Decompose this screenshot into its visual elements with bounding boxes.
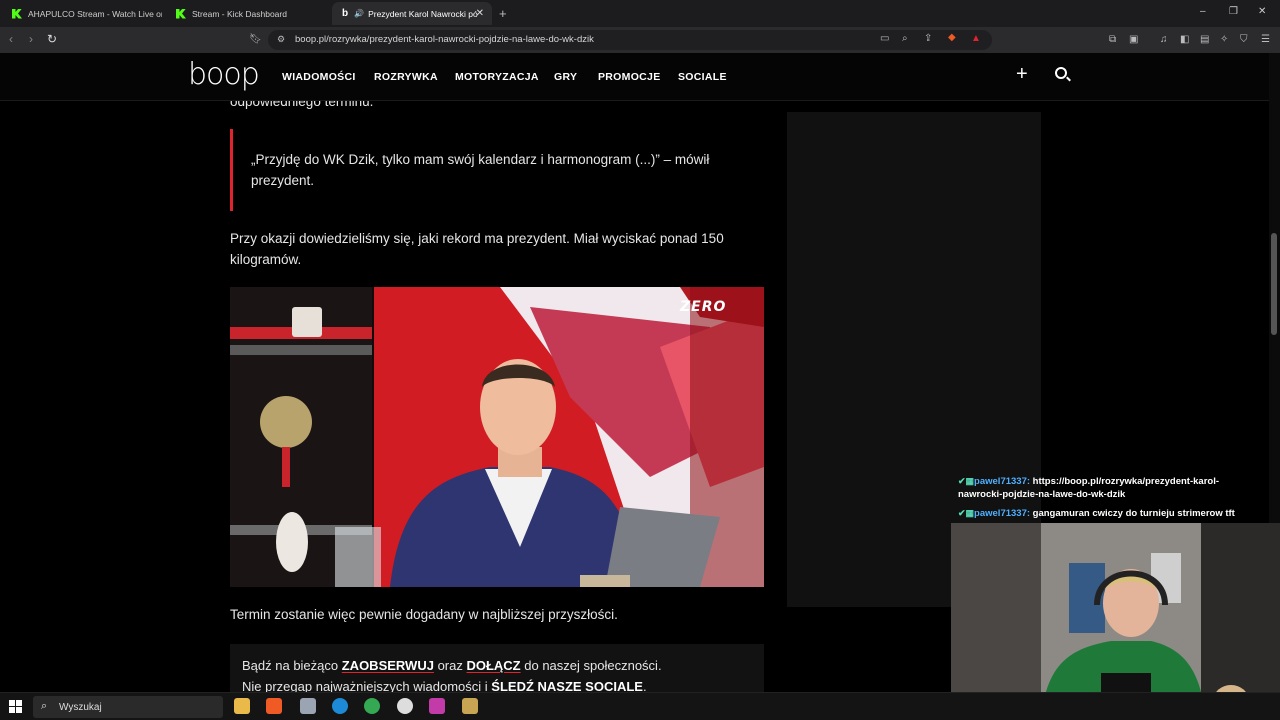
nav-motoryzacja[interactable]: MOTORYZACJA [455,71,539,83]
taskbar-search[interactable]: ⌕ Wyszukaj [33,696,223,718]
file-explorer-icon[interactable] [234,698,250,714]
url-field[interactable]: ⚙︎ boop.pl/rozrywka/prezydent-karol-nawr… [268,30,992,50]
plus-icon[interactable]: + [1016,63,1028,86]
close-icon[interactable]: ✕ [476,8,484,19]
chat-message: ✔▦pawel71337: https://boop.pl/rozrywka/p… [958,475,1258,501]
cta-text: Nie przegap najważniejszych wiadomości i [242,679,492,692]
brave-wallet-icon[interactable]: ▤ [1200,34,1209,45]
tab-kick-dashboard[interactable]: Stream - Kick Dashboard [166,2,326,25]
site-info-icon[interactable]: ⚙︎ [277,34,285,45]
speaker-icon: 🔊 [354,9,365,18]
webcam-feed [951,523,1280,720]
new-tab-button[interactable]: + [499,6,507,21]
obs-icon[interactable] [397,698,413,714]
quote-accent-bar [230,129,233,211]
wallet-icon[interactable]: ▣ [1129,34,1138,45]
boop-favicon-icon: b [342,8,349,19]
nav-wiadomosci[interactable]: WIADOMOŚCI [282,71,356,83]
sidebar-icon[interactable]: ◧ [1180,34,1189,45]
league-client-icon[interactable] [462,698,478,714]
chat-text: gangamuran cwiczy do turnieju strimerow … [1032,508,1235,519]
nav-promocje[interactable]: PROMOCJE [598,71,661,83]
chat-username: pawel71337: [974,476,1031,487]
app-icon[interactable] [300,698,316,714]
bookmark-icon[interactable]: 🔖︎ [249,34,262,45]
studio-photo [230,287,764,587]
scrollbar-thumb[interactable] [1271,233,1277,335]
image-watermark: ZERO [680,299,727,315]
nav-sociale[interactable]: SOCIALE [678,71,727,83]
windows-taskbar: ⌕ Wyszukaj [0,692,1280,720]
chrome-icon[interactable] [364,698,380,714]
chat-badge-icon: ✔▦ [958,476,975,486]
tab-boop-article[interactable]: b 🔊 Prezydent Karol Nawrocki pó ✕ [332,2,492,25]
windows-start-icon[interactable] [9,700,22,713]
tab-label: Stream - Kick Dashboard [192,8,287,19]
extensions-icon[interactable]: ⧉ [1109,34,1116,45]
chat-message: ✔▦pawel71337: gangamuran cwiczy do turni… [958,507,1258,520]
menu-icon[interactable]: ☰ [1261,34,1270,45]
cta-text: Bądź na bieżąco [242,658,342,673]
boop-logo[interactable]: boop [188,57,260,92]
kick-icon [12,8,22,19]
back-icon[interactable]: ‹ [9,32,13,46]
cta-text: do naszej społeczności. [520,658,662,673]
close-window-button[interactable]: ✕ [1258,6,1266,17]
reload-icon[interactable]: ↻ [47,32,57,46]
forward-icon[interactable]: › [29,32,33,46]
address-bar-row: ‹ › ↻ 🔖︎ ⚙︎ boop.pl/rozrywka/prezydent-k… [0,27,1280,53]
cta-line-1: Bądź na bieżąco ZAOBSERWUJ oraz DOŁĄCZ d… [242,658,662,673]
article-image[interactable]: ZERO [230,287,764,587]
url-text: boop.pl/rozrywka/prezydent-karol-nawrock… [295,34,594,45]
search-icon[interactable] [1055,67,1067,79]
article-paragraph: Termin zostanie więc pewnie dogadany w n… [230,607,618,622]
site-header: boop WIADOMOŚCI ROZRYWKA MOTORYZACJA GRY… [0,53,1280,101]
socials-link[interactable]: ŚLEDŹ NASZE SOCIALE [491,679,643,692]
nav-gry[interactable]: GRY [554,71,577,83]
kick-icon [176,8,186,19]
search-icon: ⌕ [41,700,48,712]
minimize-button[interactable]: – [1200,6,1206,17]
edge-icon[interactable] [332,698,348,714]
music-icon[interactable]: ♫ [1160,34,1168,45]
share-icon[interactable]: ⇪ [924,33,932,44]
article-fragment: odpowiedniego terminu. [230,101,374,109]
webcam-overlay [951,523,1280,720]
follow-link[interactable]: ZAOBSERWUJ [342,658,434,673]
cta-line-2: Nie przegap najważniejszych wiadomości i… [242,679,647,692]
app-icon[interactable] [429,698,445,714]
brave-shield-icon[interactable]: ◆ [948,32,956,43]
article-paragraph: Przy okazji dowiedzieliśmy się, jaki rek… [230,231,724,267]
tab-label: AHAPULCO Stream - Watch Live on K [28,8,162,19]
brave-rewards-icon[interactable]: ▲ [971,33,981,44]
social-cta-box: Bądź na bieżąco ZAOBSERWUJ oraz DOŁĄCZ d… [230,644,764,692]
join-link[interactable]: DOŁĄCZ [466,658,520,673]
cta-text: oraz [433,658,467,673]
nav-rozrywka[interactable]: ROZRYWKA [374,71,438,83]
taskbar-search-label: Wyszukaj [59,702,102,713]
article-quote: „Przyjdę do WK Dzik, tylko mam swój kale… [251,152,710,188]
chat-username: pawel71337: [974,508,1031,519]
leo-ai-icon[interactable]: ✧ [1220,34,1228,45]
zoom-icon[interactable]: ⌕ [902,33,908,44]
tab-label: Prezydent Karol Nawrocki pó [368,8,478,19]
brave-browser-icon[interactable] [266,698,282,714]
vpn-icon[interactable]: ⛉ [1240,34,1248,45]
chat-badge-icon: ✔▦ [958,508,975,518]
browser-tab-bar: AHAPULCO Stream - Watch Live on K Stream… [0,0,1280,27]
restore-button[interactable]: ❐ [1229,6,1238,17]
tab-ahapulco-stream[interactable]: AHAPULCO Stream - Watch Live on K [2,2,162,25]
cta-text: . [642,679,647,692]
cast-icon[interactable]: ▭ [880,33,889,44]
